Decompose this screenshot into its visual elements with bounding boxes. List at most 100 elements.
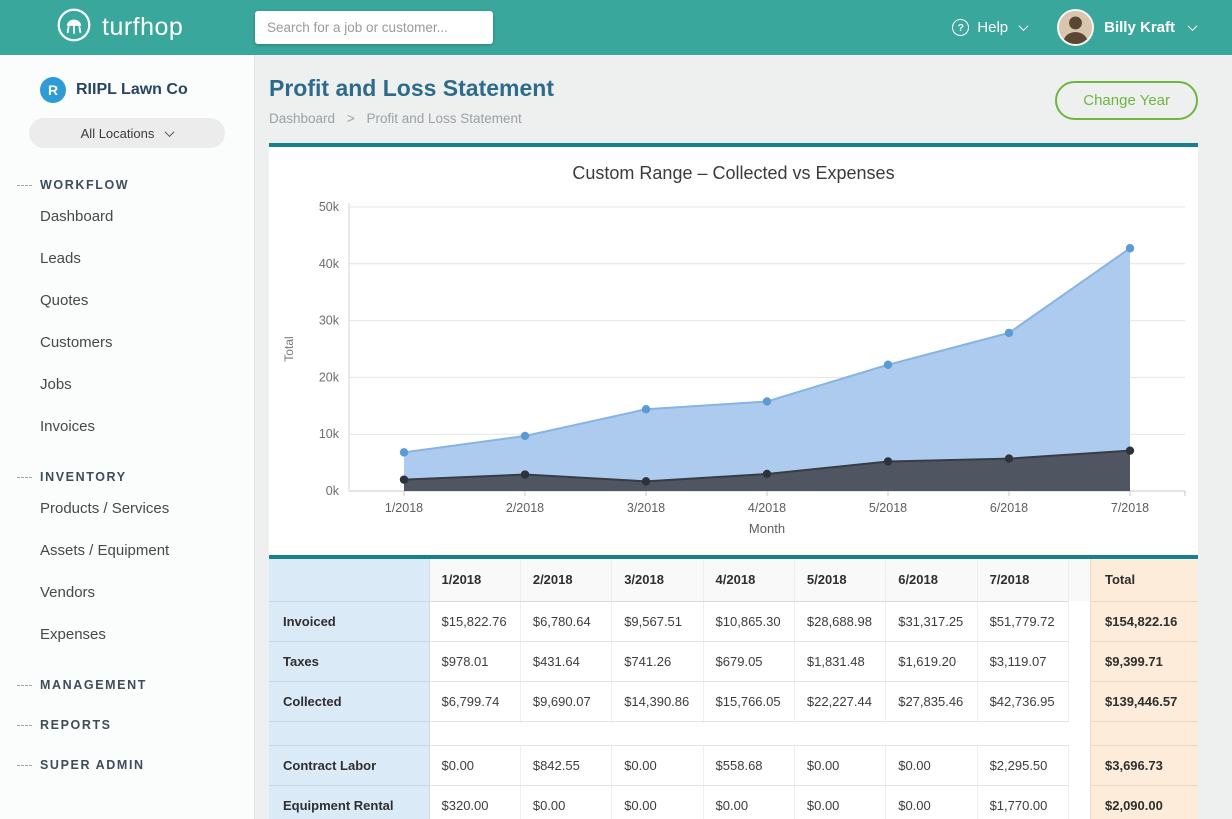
chevron-down-icon — [1188, 21, 1198, 31]
nav-section-header-management: MANAGEMENT — [0, 674, 254, 696]
table-cell: $2,295.50 — [977, 745, 1068, 785]
row-total: $139,446.57 — [1091, 681, 1198, 721]
tree-dash-icon — [17, 725, 32, 726]
sidebar-item-jobs[interactable]: Jobs — [0, 364, 254, 406]
row-total: $154,822.16 — [1091, 601, 1198, 641]
topbar-right: ? Help Billy Kraft — [952, 9, 1232, 46]
table-row-collected: Collected$6,799.74$9,690.07$14,390.86$15… — [269, 681, 1198, 721]
table-header-row: 1/20182/20183/20184/20185/20186/20187/20… — [269, 559, 1198, 601]
svg-text:20k: 20k — [319, 370, 340, 384]
company: R RIIPL Lawn Co — [0, 55, 254, 103]
row-total: $9,399.71 — [1091, 641, 1198, 681]
svg-text:6/2018: 6/2018 — [990, 501, 1028, 515]
sidebar-item-leads[interactable]: Leads — [0, 238, 254, 280]
avatar — [1057, 9, 1094, 46]
row-total: $2,090.00 — [1091, 785, 1198, 819]
nav-section-reports: REPORTS — [0, 714, 254, 736]
breadcrumb-separator: > — [347, 111, 355, 126]
turfhop-logo-icon — [56, 7, 92, 48]
table-row-equipment-rental: Equipment Rental$320.00$0.00$0.00$0.00$0… — [269, 785, 1198, 819]
col-header-labels — [269, 559, 429, 601]
row-label: Invoiced — [269, 601, 429, 641]
col-header-1-2018: 1/2018 — [429, 559, 520, 601]
table-cell: $31,317.25 — [886, 601, 977, 641]
table-cell: $1,770.00 — [977, 785, 1068, 819]
profit-loss-panel: Custom Range – Collected vs Expenses 0k 1… — [269, 143, 1198, 819]
nav-section-header-super-admin: SUPER ADMIN — [0, 754, 254, 776]
sidebar-item-vendors[interactable]: Vendors — [0, 572, 254, 614]
svg-text:Total: Total — [282, 336, 296, 361]
help-label: Help — [977, 19, 1008, 36]
table-cell: $0.00 — [886, 785, 977, 819]
col-header-5-2018: 5/2018 — [794, 559, 885, 601]
sidebar-item-invoices[interactable]: Invoices — [0, 406, 254, 448]
table-gap-column — [1069, 745, 1091, 785]
change-year-button[interactable]: Change Year — [1055, 81, 1198, 120]
table-cell: $15,822.76 — [429, 601, 520, 641]
table-cell: $0.00 — [794, 745, 885, 785]
table-cell: $9,690.07 — [520, 681, 611, 721]
chart-title: Custom Range – Collected vs Expenses — [269, 163, 1198, 187]
company-name: RIIPL Lawn Co — [76, 81, 188, 99]
tree-dash-icon — [17, 185, 32, 186]
sidebar-nav: WORKFLOWDashboardLeadsQuotesCustomersJob… — [0, 174, 254, 776]
profit-loss-table: 1/20182/20183/20184/20185/20186/20187/20… — [269, 559, 1198, 819]
page-header: Profit and Loss Statement Dashboard > Pr… — [269, 73, 1198, 127]
location-selector[interactable]: All Locations — [29, 118, 225, 148]
svg-text:0k: 0k — [326, 484, 340, 498]
col-header-7-2018: 7/2018 — [977, 559, 1068, 601]
table-cell: $0.00 — [612, 785, 703, 819]
svg-text:7/2018: 7/2018 — [1111, 501, 1149, 515]
table-cell: $28,688.98 — [794, 601, 885, 641]
sidebar-item-products-services[interactable]: Products / Services — [0, 488, 254, 530]
table-cell: $14,390.86 — [612, 681, 703, 721]
table-cell: $10,865.30 — [703, 601, 794, 641]
nav-section-label: INVENTORY — [40, 470, 127, 484]
turfhop-logo[interactable]: turfhop — [0, 7, 255, 48]
table-cell: $0.00 — [520, 785, 611, 819]
logo-text: turfhop — [102, 13, 183, 42]
tree-dash-icon — [17, 477, 32, 478]
nav-section-header-reports: REPORTS — [0, 714, 254, 736]
breadcrumb: Dashboard > Profit and Loss Statement — [269, 111, 554, 127]
sidebar-item-quotes[interactable]: Quotes — [0, 280, 254, 322]
company-badge-icon: R — [40, 77, 66, 103]
col-header-2-2018: 2/2018 — [520, 559, 611, 601]
table-cell: $27,835.46 — [886, 681, 977, 721]
help-menu[interactable]: ? Help — [952, 19, 1027, 36]
user-name: Billy Kraft — [1104, 19, 1175, 36]
spacer-cells — [429, 721, 1069, 745]
svg-text:30k: 30k — [319, 314, 340, 328]
tree-dash-icon — [17, 685, 32, 686]
nav-section-management: MANAGEMENT — [0, 674, 254, 696]
row-label — [269, 721, 429, 745]
table-cell: $51,779.72 — [977, 601, 1068, 641]
table-cell: $978.01 — [429, 641, 520, 681]
nav-section-label: SUPER ADMIN — [40, 758, 145, 772]
user-menu[interactable]: Billy Kraft — [1057, 9, 1196, 46]
svg-text:Month: Month — [749, 521, 785, 536]
sidebar-item-expenses[interactable]: Expenses — [0, 614, 254, 656]
collected-vs-expenses-chart: 0k10k20k30k40k50kTotal1/20182/20183/2018… — [269, 193, 1198, 555]
nav-section-super-admin: SUPER ADMIN — [0, 754, 254, 776]
svg-text:50k: 50k — [319, 200, 340, 214]
nav-section-inventory: INVENTORY Products / ServicesAssets / Equ… — [0, 466, 254, 656]
row-label: Collected — [269, 681, 429, 721]
table-row-contract-labor: Contract Labor$0.00$842.55$0.00$558.68$0… — [269, 745, 1198, 785]
table-cell: $15,766.05 — [703, 681, 794, 721]
row-total: $3,696.73 — [1091, 745, 1198, 785]
table-cell: $679.05 — [703, 641, 794, 681]
table-cell: $0.00 — [703, 785, 794, 819]
sidebar-item-assets-equipment[interactable]: Assets / Equipment — [0, 530, 254, 572]
svg-text:10k: 10k — [319, 427, 340, 441]
svg-text:1/2018: 1/2018 — [385, 501, 423, 515]
table-cell: $42,736.95 — [977, 681, 1068, 721]
table-cell: $6,780.64 — [520, 601, 611, 641]
table-cell: $3,119.07 — [977, 641, 1068, 681]
sidebar-item-dashboard[interactable]: Dashboard — [0, 196, 254, 238]
breadcrumb-dashboard[interactable]: Dashboard — [269, 111, 335, 126]
table-gap-column — [1069, 721, 1091, 745]
sidebar-item-customers[interactable]: Customers — [0, 322, 254, 364]
location-selector-label: All Locations — [81, 126, 155, 141]
search-input[interactable] — [255, 11, 493, 44]
